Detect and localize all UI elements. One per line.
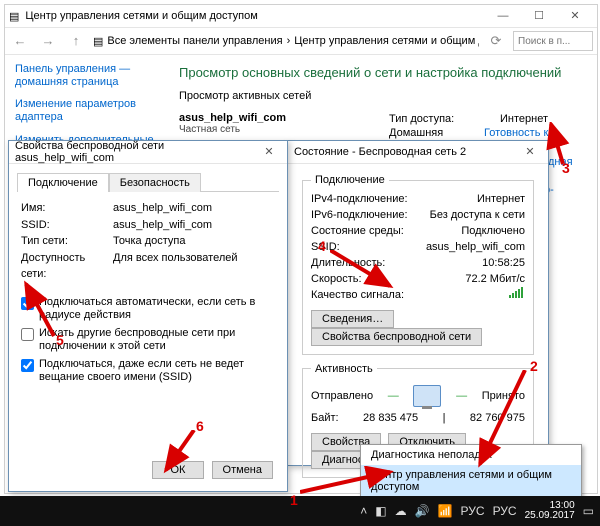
legend-activity: Активность	[311, 363, 377, 375]
tray-volume-icon[interactable]: 🔊	[415, 504, 430, 518]
tray-lang[interactable]: РУС	[461, 504, 485, 518]
page-heading: Просмотр основных сведений о сети и наст…	[179, 65, 583, 80]
up-button[interactable]: ↑	[65, 31, 87, 51]
maximize-button[interactable]: ☐	[521, 5, 557, 27]
tray-context-menu: Диагностика неполадок Центр управления с…	[360, 444, 582, 498]
close-icon[interactable]: ✕	[257, 141, 281, 163]
checkbox-hidden-ssid[interactable]: Подключаться, даже если сеть не ведет ве…	[21, 358, 275, 384]
menu-item-diagnose[interactable]: Диагностика неполадок	[361, 445, 581, 465]
titlebar: ▤ Центр управления сетями и общим доступ…	[5, 5, 597, 27]
window-title: Центр управления сетями и общим доступом	[19, 10, 485, 22]
tray-app-icon[interactable]: ◧	[375, 504, 386, 518]
menu-item-network-center[interactable]: Центр управления сетями и общим доступом	[361, 465, 581, 497]
taskbar: ˄ ◧ ☁ 🔊 📶 РУС РУС 13:00 25.09.2017 ▭	[0, 496, 600, 526]
cancel-button[interactable]: Отмена	[212, 461, 273, 479]
address-bar: ← → ↑ ▤ Все элементы панели управления ›…	[5, 27, 597, 55]
close-icon[interactable]: ✕	[518, 141, 542, 163]
status-dialog: Состояние - Беспроводная сеть 2✕ Подключ…	[287, 140, 549, 466]
details-button[interactable]: Сведения…	[311, 310, 394, 328]
breadcrumb-part[interactable]: Все элементы панели управления	[107, 35, 282, 47]
minimize-button[interactable]: —	[485, 5, 521, 27]
props-title: Свойства беспроводной сети asus_help_wif…	[15, 140, 257, 164]
tray-lang[interactable]: РУС	[493, 504, 517, 518]
computer-icon	[413, 385, 441, 407]
breadcrumb-icon: ▤	[93, 35, 103, 48]
tray-onedrive-icon[interactable]: ☁	[395, 504, 407, 518]
page-subheading: Просмотр активных сетей	[179, 90, 583, 102]
tray-network-icon[interactable]: 📶	[438, 504, 453, 518]
value-bytes-recv: 82 760 975	[470, 411, 525, 427]
network-type: Частная сеть	[179, 124, 359, 135]
status-title: Состояние - Беспроводная сеть 2	[294, 146, 518, 158]
value-access: Интернет	[500, 112, 548, 126]
wifi-properties-dialog: Свойства беспроводной сети asus_help_wif…	[8, 140, 288, 492]
back-button[interactable]: ←	[9, 31, 31, 51]
wifi-signal-icon	[509, 288, 523, 298]
forward-button[interactable]: →	[37, 31, 59, 51]
refresh-button[interactable]: ⟳	[485, 31, 507, 51]
checkbox-search-others[interactable]: Искать другие беспроводные сети при подк…	[21, 327, 275, 353]
label-access: Тип доступа:	[389, 112, 494, 126]
tab-security[interactable]: Безопасность	[109, 173, 201, 192]
tray-up-icon[interactable]: ˄	[360, 504, 367, 518]
checkbox-autoconnect[interactable]: Подключаться автоматически, если сеть в …	[21, 296, 275, 322]
chevron-right-icon: ›	[287, 35, 291, 47]
app-icon: ▤	[9, 10, 19, 23]
tray-clock[interactable]: 13:00 25.09.2017	[525, 501, 575, 521]
label-sent: Отправлено	[311, 390, 373, 402]
value-bytes-sent: 28 835 475	[363, 411, 418, 427]
nav-link-adapter[interactable]: Изменение параметров адаптера	[15, 98, 155, 123]
ok-button[interactable]: ОК	[152, 461, 205, 479]
fieldset-connection: Подключение IPv4-подключение:Интернет IP…	[302, 174, 534, 355]
close-button[interactable]: ✕	[557, 5, 593, 27]
network-name: asus_help_wifi_com	[179, 112, 359, 124]
search-input[interactable]	[513, 31, 593, 51]
breadcrumb-part[interactable]: Центр управления сетями и общим доступом	[294, 35, 479, 47]
tab-connection[interactable]: Подключение	[17, 173, 109, 192]
breadcrumb[interactable]: ▤ Все элементы панели управления › Центр…	[93, 35, 479, 48]
tray-notifications-icon[interactable]: ▭	[583, 504, 594, 518]
nav-link-home[interactable]: Панель управления — домашняя страница	[15, 63, 155, 88]
label-recv: Принято	[482, 390, 525, 402]
wifi-properties-button[interactable]: Свойства беспроводной сети	[311, 328, 482, 346]
legend-connection: Подключение	[311, 174, 389, 186]
